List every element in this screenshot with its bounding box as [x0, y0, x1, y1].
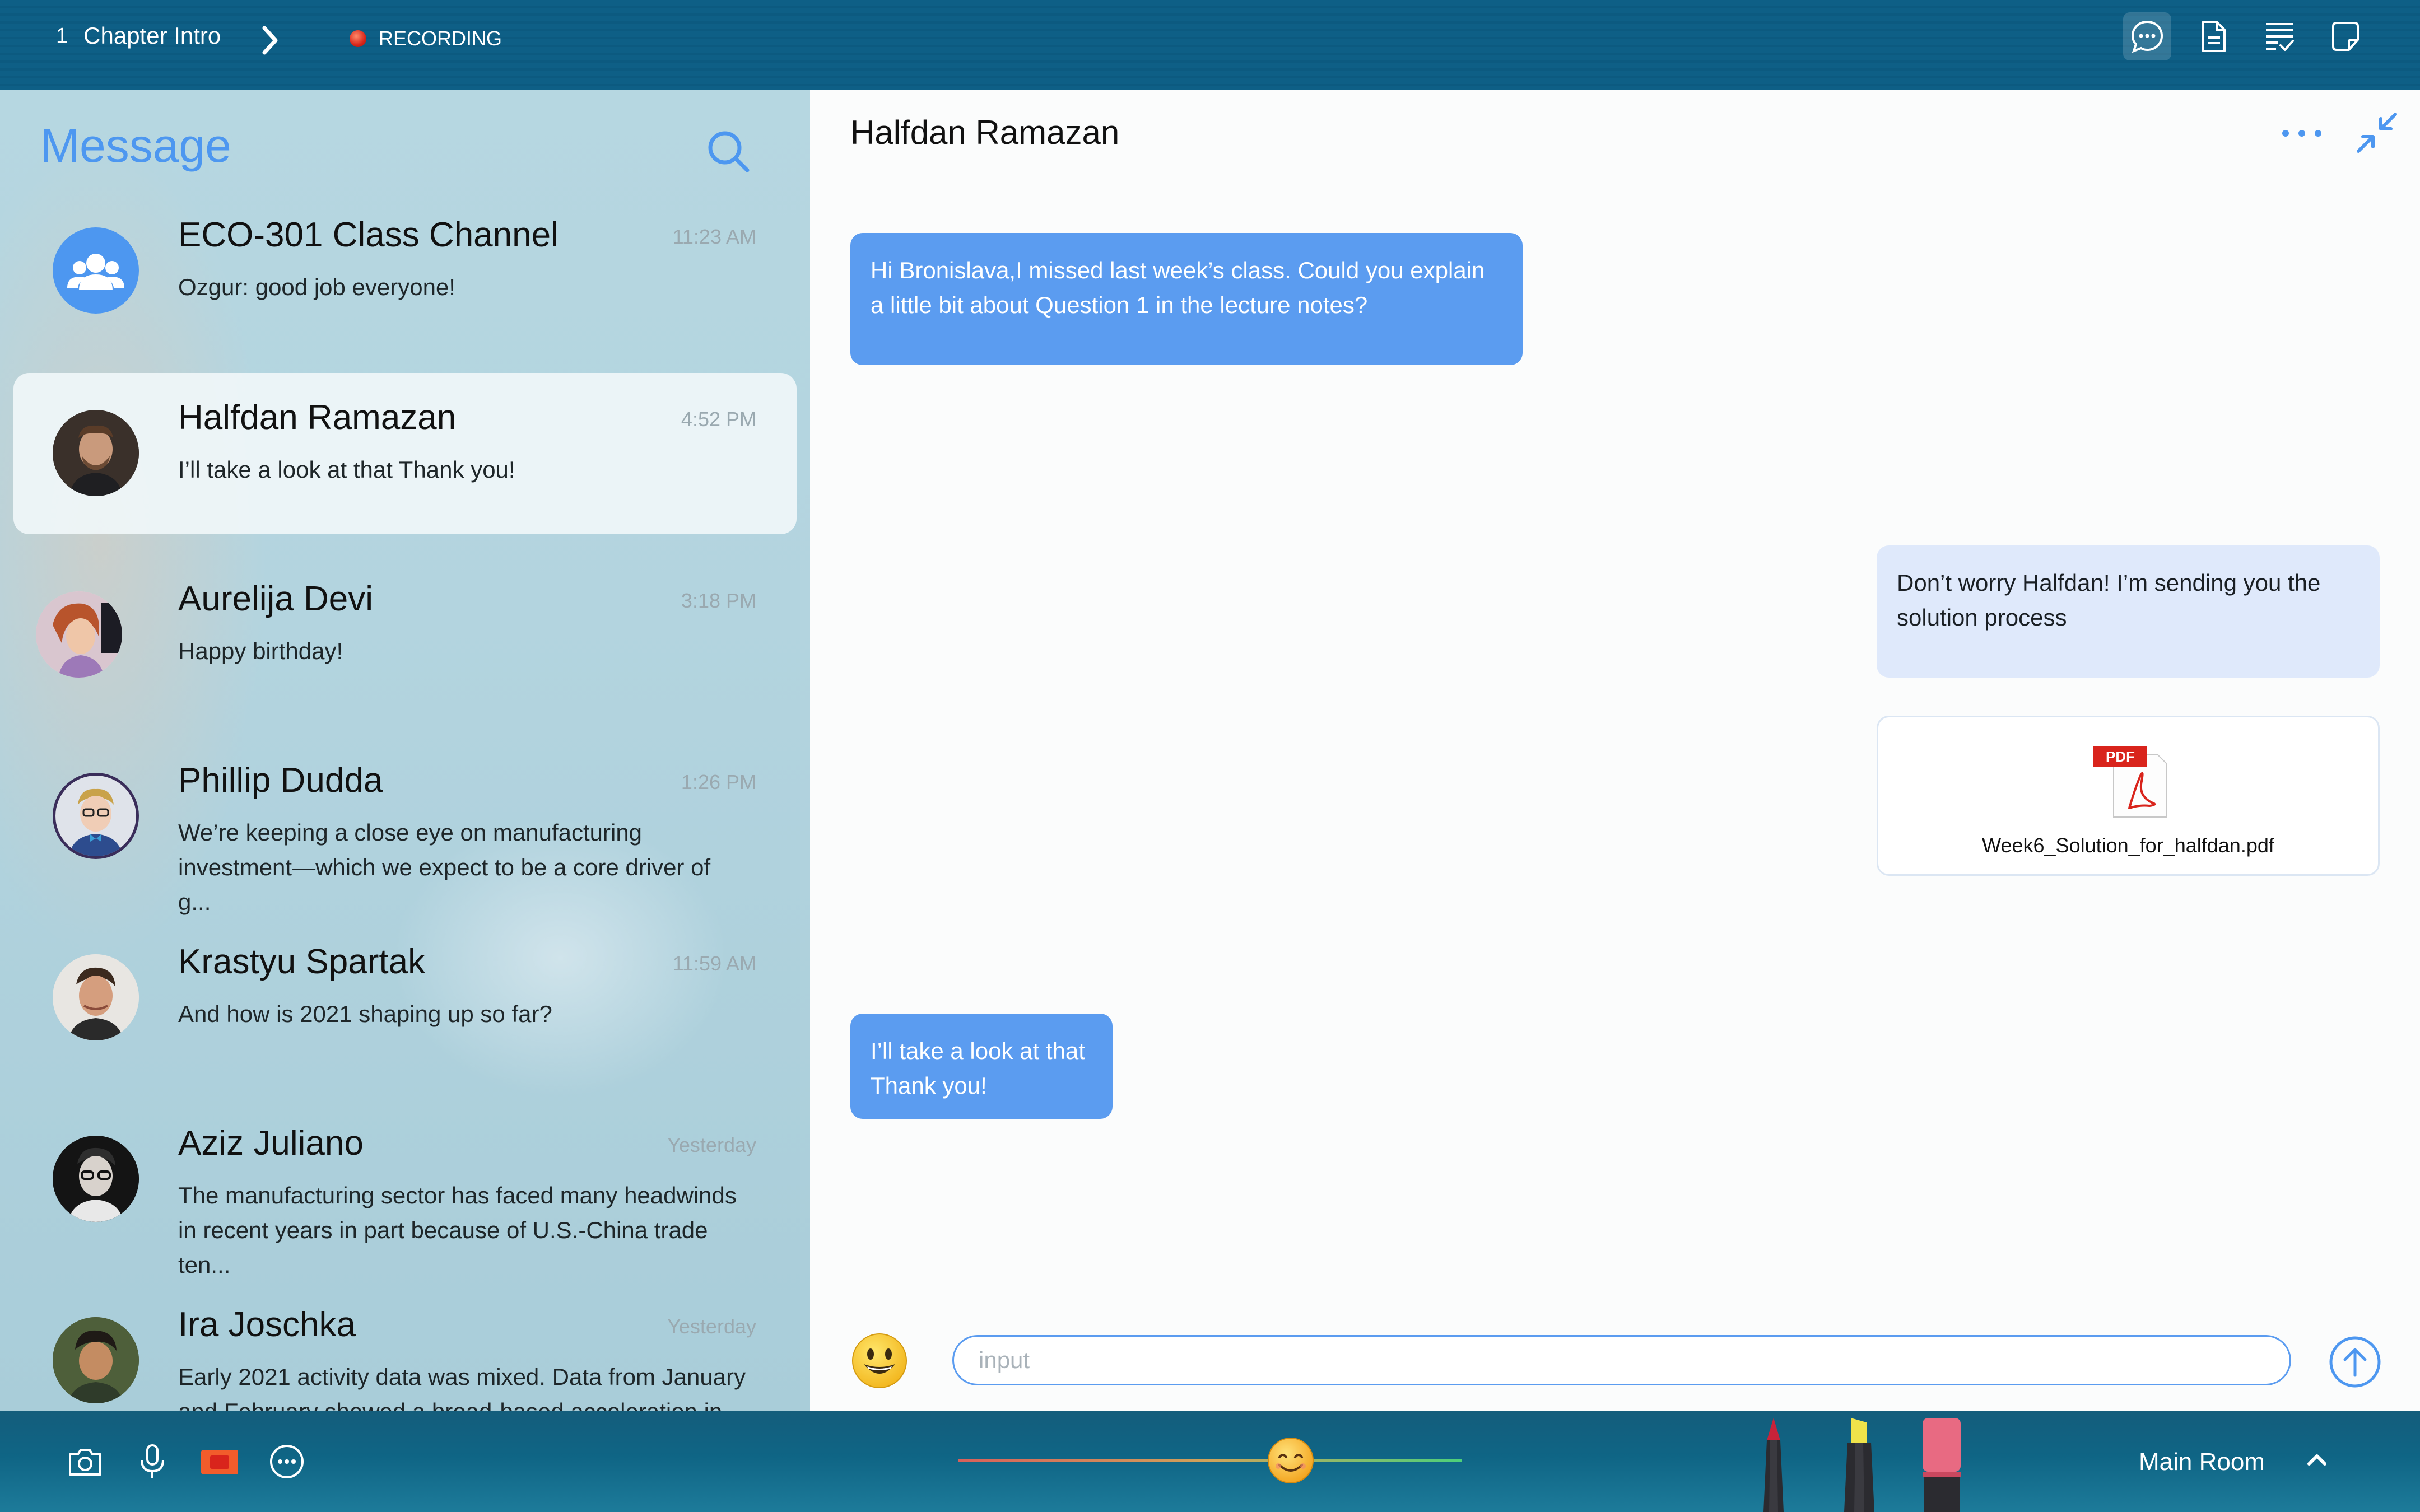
conversation-preview: And how is 2021 shaping up so far?: [178, 1001, 552, 1027]
emoji-slider-thumb-icon[interactable]: [1266, 1436, 1315, 1485]
conversation-time: 11:59 AM: [672, 952, 756, 975]
recording-indicator: RECORDING: [350, 27, 502, 50]
conversation-name: Krastyu Spartak: [178, 942, 426, 981]
user-avatar: [53, 1317, 139, 1403]
message-bubble-incoming: I’ll take a look at that Thank you!: [850, 1014, 1113, 1119]
red-pen-tool[interactable]: [1751, 1418, 1796, 1512]
group-icon: [53, 227, 139, 314]
conversation-preview: Happy birthday!: [178, 638, 343, 664]
conversation-item[interactable]: Aziz Juliano Yesterday The manufacturing…: [13, 1099, 797, 1278]
chapter-selector[interactable]: 1 Chapter Intro: [56, 22, 278, 55]
message-bubble-outgoing: Don’t worry Halfdan! I’m sending you the…: [1877, 545, 2380, 678]
conversation-time: 3:18 PM: [681, 589, 756, 612]
conversation-time: Yesterday: [667, 1133, 756, 1156]
pdf-badge: PDF: [2106, 748, 2135, 765]
screen-record-icon[interactable]: [197, 1439, 242, 1484]
conversation-time: 1:26 PM: [681, 771, 756, 794]
conversation-name: Ira Joschka: [178, 1305, 356, 1344]
microphone-icon[interactable]: [130, 1439, 175, 1484]
room-label[interactable]: Main Room: [2139, 1448, 2265, 1476]
emoji-icon[interactable]: [850, 1332, 909, 1390]
message-input[interactable]: [952, 1335, 2291, 1385]
chat-panel: Halfdan Ramazan Hi Bronislava,I missed l…: [810, 90, 2420, 1411]
user-avatar: [53, 773, 139, 859]
user-avatar: [53, 410, 139, 496]
conversation-item[interactable]: ECO-301 Class Channel 11:23 AM Ozgur: go…: [13, 190, 797, 352]
note-icon[interactable]: [2321, 12, 2370, 60]
recording-label: RECORDING: [379, 27, 502, 50]
top-toolbar: [2123, 12, 2370, 60]
file-attachment[interactable]: PDF Week6_Solution_for_halfdan.pdf: [1877, 716, 2380, 876]
conversation-time: Yesterday: [667, 1315, 756, 1338]
chapter-number: 1: [56, 24, 68, 48]
conversation-item[interactable]: Ira Joschka Yesterday Early 2021 activit…: [13, 1280, 797, 1411]
conversation-item[interactable]: Phillip Dudda 1:26 PM We’re keeping a cl…: [13, 736, 797, 915]
camera-icon[interactable]: [63, 1439, 108, 1484]
more-icon[interactable]: [264, 1439, 309, 1484]
conversation-item[interactable]: Aurelija Devi 3:18 PM Happy birthday!: [13, 554, 797, 716]
chat-icon[interactable]: [2123, 12, 2171, 60]
conversation-preview: We’re keeping a close eye on manufacturi…: [178, 819, 711, 915]
conversation-preview: Early 2021 activity data was mixed. Data…: [178, 1364, 746, 1411]
message-sidebar: Message ECO-301 Class Channel 11:23 AM O…: [0, 90, 810, 1411]
recording-dot-icon: [350, 30, 366, 47]
conversation-name: Halfdan Ramazan: [178, 398, 457, 437]
conversation-preview: Ozgur: good job everyone!: [178, 274, 455, 300]
file-name[interactable]: Week6_Solution_for_halfdan.pdf: [1878, 834, 2378, 857]
message-bubble-incoming: Hi Bronislava,I missed last week’s class…: [850, 233, 1523, 365]
more-options-icon[interactable]: [2277, 116, 2327, 150]
user-avatar: [53, 1136, 139, 1222]
search-icon[interactable]: [704, 127, 754, 177]
conversation-time: 4:52 PM: [681, 408, 756, 431]
conversation-name: Aziz Juliano: [178, 1124, 364, 1163]
top-bar: 1 Chapter Intro RECORDING: [0, 0, 2420, 90]
send-icon[interactable]: [2328, 1335, 2382, 1389]
chat-contact-name: Halfdan Ramazan: [850, 114, 1120, 151]
conversation-name: Phillip Dudda: [178, 761, 383, 800]
pink-eraser-tool[interactable]: [1918, 1418, 1965, 1512]
chevron-right-icon[interactable]: [259, 24, 281, 63]
collapse-icon[interactable]: [2352, 108, 2402, 158]
chapter-title: Chapter Intro: [83, 22, 221, 49]
user-avatar: [53, 954, 139, 1040]
conversation-time: 11:23 AM: [672, 225, 756, 248]
conversation-item[interactable]: Krastyu Spartak 11:59 AM And how is 2021…: [13, 917, 797, 1079]
bottom-bar: Main Room: [0, 1411, 2420, 1512]
user-avatar: [36, 591, 122, 678]
feedback-slider-track[interactable]: [958, 1459, 1462, 1462]
sidebar-title: Message: [40, 119, 231, 172]
conversation-item-selected[interactable]: Halfdan Ramazan 4:52 PM I’ll take a look…: [13, 373, 797, 534]
conversation-name: ECO-301 Class Channel: [178, 216, 559, 254]
chevron-up-icon[interactable]: [2302, 1448, 2331, 1471]
document-icon[interactable]: [2189, 12, 2237, 60]
pdf-file-icon: PDF: [2093, 746, 2170, 822]
checklist-icon[interactable]: [2255, 12, 2303, 60]
conversation-name: Aurelija Devi: [178, 580, 374, 618]
yellow-highlighter-tool[interactable]: [1835, 1418, 1883, 1512]
conversation-preview: I’ll take a look at that Thank you!: [178, 456, 515, 483]
conversation-preview: The manufacturing sector has faced many …: [178, 1182, 737, 1278]
